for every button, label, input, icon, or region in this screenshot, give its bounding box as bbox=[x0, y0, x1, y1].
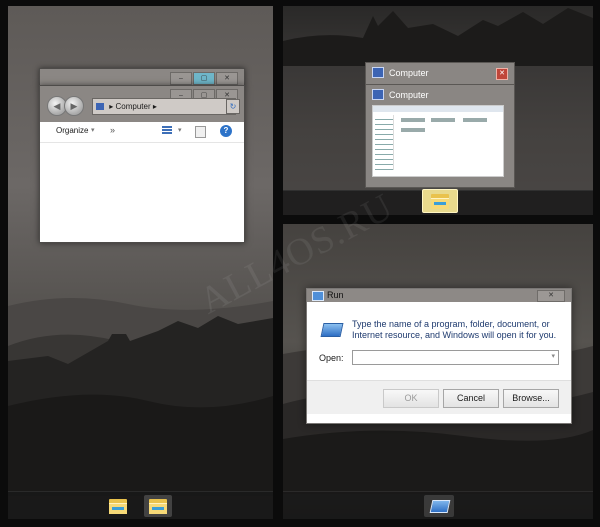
taskbar-explorer-button-active[interactable] bbox=[422, 189, 458, 213]
more-commands-button[interactable]: » bbox=[110, 125, 115, 135]
taskbar-bottom-right bbox=[283, 491, 593, 519]
landscape-backdrop bbox=[8, 297, 273, 496]
command-bar: Organize ▾ » ▾ ? bbox=[40, 122, 244, 143]
run-title-icon bbox=[312, 291, 324, 301]
tree-silhouette bbox=[283, 8, 593, 66]
cancel-button[interactable]: Cancel bbox=[443, 389, 499, 408]
address-bar[interactable]: ▸ Computer ▸ ▾ bbox=[92, 98, 236, 115]
maximize-button[interactable]: ▢ bbox=[193, 72, 215, 85]
switcher-item-title: Computer bbox=[372, 67, 429, 78]
content-area[interactable] bbox=[40, 143, 244, 242]
computer-icon bbox=[372, 89, 384, 100]
run-icon bbox=[429, 500, 451, 513]
view-options-icon[interactable] bbox=[162, 126, 172, 135]
desktop-panel-switcher: Computer ✕ Computer bbox=[283, 6, 593, 215]
switcher-title-text: Computer bbox=[389, 67, 429, 78]
run-dialog: Run ✕ Type the name of a program, folder… bbox=[306, 288, 572, 424]
window-preview bbox=[372, 105, 504, 177]
organize-menu[interactable]: Organize bbox=[56, 126, 88, 135]
switcher-item[interactable]: Computer ✕ bbox=[365, 62, 515, 86]
explorer-window-back[interactable]: – ▢ ✕ bbox=[39, 68, 245, 86]
ok-button[interactable]: OK bbox=[383, 389, 439, 408]
folder-icon bbox=[109, 499, 127, 514]
switcher-item-title: Computer bbox=[372, 89, 429, 100]
taskbar-explorer-button-active[interactable] bbox=[144, 495, 172, 517]
minimize-button[interactable]: – bbox=[170, 72, 192, 85]
refresh-button[interactable]: ↻ bbox=[226, 99, 240, 114]
caption-buttons: – ▢ ✕ bbox=[169, 72, 238, 85]
open-combobox[interactable]: ▾ bbox=[352, 350, 559, 365]
browse-button[interactable]: Browse... bbox=[503, 389, 559, 408]
folder-icon bbox=[431, 194, 449, 209]
breadcrumb-chevron-icon[interactable]: ▸ bbox=[153, 102, 157, 111]
close-button[interactable]: ✕ bbox=[216, 72, 238, 85]
dropdown-arrow-icon[interactable]: ▾ bbox=[551, 352, 555, 360]
folder-icon bbox=[149, 499, 167, 514]
address-path[interactable]: Computer bbox=[115, 102, 150, 111]
computer-icon bbox=[372, 67, 384, 78]
view-chevron-icon[interactable]: ▾ bbox=[178, 126, 182, 134]
run-close-button[interactable]: ✕ bbox=[537, 290, 565, 302]
run-titlebar[interactable]: Run ✕ bbox=[307, 289, 571, 302]
explorer-window[interactable]: – ▢ ✕ ◀ ▶ ▸ Computer ▸ ▾ ↻ Organize ▾ » … bbox=[39, 85, 245, 243]
help-icon[interactable]: ? bbox=[220, 125, 232, 137]
taskbar-run-button[interactable] bbox=[424, 495, 454, 517]
taskbar-left bbox=[8, 491, 273, 519]
preview-pane-icon[interactable] bbox=[195, 126, 206, 138]
switcher-title-text: Computer bbox=[389, 89, 429, 100]
run-icon bbox=[320, 323, 344, 337]
run-title: Run bbox=[327, 290, 344, 300]
run-description: Type the name of a program, folder, docu… bbox=[352, 319, 557, 340]
switcher-item-selected[interactable]: Computer bbox=[365, 84, 515, 188]
taskbar-explorer-button[interactable] bbox=[104, 495, 132, 517]
forward-button[interactable]: ▶ bbox=[64, 96, 84, 116]
close-icon[interactable]: ✕ bbox=[496, 68, 508, 80]
organize-chevron-icon: ▾ bbox=[91, 127, 95, 134]
computer-icon bbox=[96, 103, 104, 111]
open-label: Open: bbox=[319, 353, 344, 363]
